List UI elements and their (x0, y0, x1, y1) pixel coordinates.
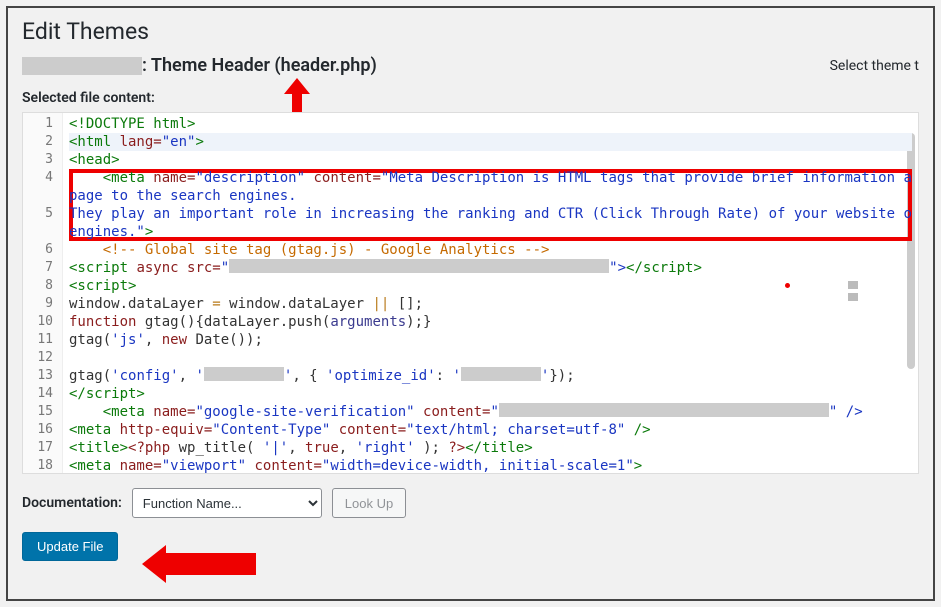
update-file-button[interactable]: Update File (22, 532, 118, 561)
selected-file-label: Selected file content: (22, 90, 919, 106)
redacted-theme-name (22, 57, 142, 75)
heading-row: : Theme Header (header.php) Select theme… (22, 55, 919, 76)
lookup-button[interactable]: Look Up (332, 488, 406, 518)
annotation-arrow-up-icon (280, 76, 314, 114)
line-number-gutter: 123 45 678 91011 121314 151617 181920 (23, 113, 63, 473)
code-editor[interactable]: 123 45 678 91011 121314 151617 181920 <!… (22, 112, 919, 474)
documentation-label: Documentation: (22, 495, 122, 511)
file-heading-suffix: : Theme Header (header.php) (142, 55, 377, 76)
code-line: <!DOCTYPE html> (69, 115, 195, 133)
redacted-ga (204, 367, 284, 381)
redacted-gsv (499, 403, 829, 417)
select-theme-label: Select theme t (830, 58, 919, 74)
code-content[interactable]: <!DOCTYPE html> <html lang="en"> <head> … (63, 113, 918, 473)
redacted-src (229, 259, 609, 273)
theme-editor-wrap: Edit Themes : Theme Header (header.php) … (6, 6, 935, 601)
annotation-arrow-left-icon (138, 543, 258, 585)
redacted-opt (461, 367, 541, 381)
file-heading: : Theme Header (header.php) (22, 55, 377, 76)
documentation-controls: Documentation: Function Name... Look Up (22, 488, 919, 518)
function-name-select[interactable]: Function Name... (132, 488, 322, 518)
page-title: Edit Themes (22, 18, 919, 45)
